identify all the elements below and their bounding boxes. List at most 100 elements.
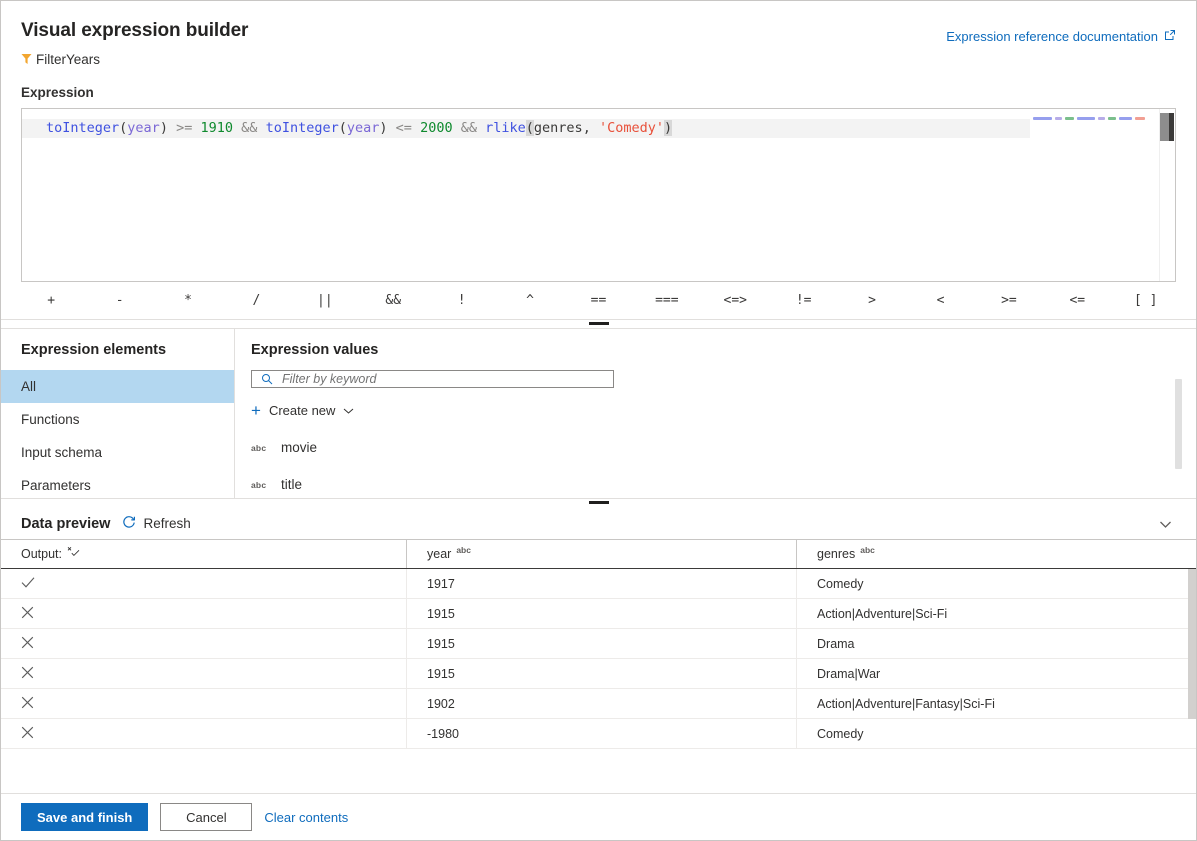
cell-genres: Drama [797, 629, 1196, 658]
expression-code-area[interactable]: toInteger(year) >= 1910 && toInteger(yea… [22, 109, 1151, 281]
cancel-button[interactable]: Cancel [160, 803, 252, 831]
expression-browser: Expression elements AllFunctionsInput sc… [1, 329, 1196, 499]
expression-value-label: title [281, 477, 302, 492]
expression-element-input-schema[interactable]: Input schema [1, 436, 234, 469]
code-token: >= [176, 120, 192, 136]
cell-year: 1915 [407, 659, 797, 688]
operator-button-12[interactable]: > [838, 288, 906, 313]
create-new-button[interactable]: + Create new [251, 402, 354, 419]
column-header-output[interactable]: Output: [1, 540, 407, 568]
operator-button-9[interactable]: === [633, 288, 701, 313]
expression-elements-pane: Expression elements AllFunctionsInput sc… [1, 329, 235, 498]
table-row[interactable]: 1915Drama [1, 629, 1196, 659]
editor-scroll-thumb[interactable] [1160, 113, 1174, 141]
operator-button-6[interactable]: ! [427, 288, 495, 313]
plus-icon: + [251, 402, 261, 419]
values-scrollbar[interactable] [1175, 379, 1182, 469]
filter-funnel-icon [21, 53, 32, 65]
operator-button-7[interactable]: ^ [496, 288, 564, 313]
code-token: genres [534, 120, 583, 136]
splitter-expression-elements[interactable] [1, 320, 1196, 329]
cell-year: 1915 [407, 629, 797, 658]
expression-element-parameters[interactable]: Parameters [1, 469, 234, 502]
expression-element-all[interactable]: All [1, 370, 234, 403]
grid-vertical-scrollbar[interactable] [1188, 569, 1196, 719]
expression-values-title: Expression values [251, 329, 1196, 370]
grid-body: 1917Comedy1915Action|Adventure|Sci-Fi191… [1, 569, 1196, 793]
doc-link-label: Expression reference documentation [946, 29, 1158, 44]
operator-button-0[interactable]: + [17, 288, 85, 313]
save-and-finish-button[interactable]: Save and finish [21, 803, 148, 831]
operator-button-8[interactable]: == [564, 288, 632, 313]
search-input[interactable] [280, 371, 613, 387]
data-preview-grid: Output: year abc genres abc 1917Comedy19… [1, 539, 1196, 793]
clear-contents-link[interactable]: Clear contents [264, 810, 348, 825]
footer-actions: Save and finish Cancel Clear contents [1, 793, 1196, 840]
expression-code-line[interactable]: toInteger(year) >= 1910 && toInteger(yea… [22, 119, 1151, 138]
column-header-year[interactable]: year abc [407, 540, 797, 568]
operator-button-1[interactable]: - [85, 288, 153, 313]
collapse-data-preview-button[interactable] [1153, 514, 1178, 536]
expression-reference-documentation-link[interactable]: Expression reference documentation [946, 29, 1176, 44]
table-row[interactable]: 1902Action|Adventure|Fantasy|Sci-Fi [1, 689, 1196, 719]
code-token: year [127, 120, 160, 136]
code-token: 2000 [420, 120, 453, 136]
code-token [477, 120, 485, 136]
splitter-grip-2[interactable] [588, 500, 610, 505]
code-token [453, 120, 461, 136]
filter-search-box[interactable] [251, 370, 614, 388]
code-token: ( [526, 120, 534, 136]
table-row[interactable]: -1980Comedy [1, 719, 1196, 749]
search-icon [261, 373, 273, 385]
expression-value-item[interactable]: abcmovie [251, 429, 1196, 466]
editor-vertical-scrollbar[interactable] [1159, 109, 1175, 281]
refresh-button[interactable]: Refresh [122, 515, 190, 532]
code-token: 1910 [201, 120, 234, 136]
operator-button-3[interactable]: / [222, 288, 290, 313]
column-type-abc-year: abc [456, 545, 471, 555]
column-type-abc-genres: abc [860, 545, 875, 555]
cell-genres: Comedy [797, 719, 1196, 748]
table-row[interactable]: 1917Comedy [1, 569, 1196, 599]
cell-year: 1915 [407, 599, 797, 628]
operator-toolbar: +-*/||&&!^=====<=>!=><>=<=[ ] [1, 282, 1196, 320]
row-status-cross-icon [1, 719, 407, 748]
code-token: && [241, 120, 257, 136]
operator-button-5[interactable]: && [359, 288, 427, 313]
row-status-cross-icon [1, 689, 407, 718]
code-token: && [461, 120, 477, 136]
column-header-year-label: year [427, 547, 451, 561]
expression-element-functions[interactable]: Functions [1, 403, 234, 436]
table-row[interactable]: 1915Action|Adventure|Sci-Fi [1, 599, 1196, 629]
code-token: 'Comedy' [599, 120, 664, 136]
operator-button-4[interactable]: || [291, 288, 359, 313]
operator-button-2[interactable]: * [154, 288, 222, 313]
code-token [192, 120, 200, 136]
code-token [168, 120, 176, 136]
create-new-label: Create new [269, 403, 335, 418]
column-header-genres[interactable]: genres abc [797, 540, 1196, 568]
table-row[interactable]: 1915Drama|War [1, 659, 1196, 689]
operator-button-16[interactable]: [ ] [1112, 288, 1180, 313]
code-token [257, 120, 265, 136]
operator-button-15[interactable]: <= [1043, 288, 1111, 313]
splitter-grip[interactable] [588, 321, 610, 326]
expression-value-item[interactable]: abc title [251, 466, 1196, 498]
cell-genres: Action|Adventure|Fantasy|Sci-Fi [797, 689, 1196, 718]
expression-elements-list: AllFunctionsInput schemaParameters [1, 370, 234, 502]
operator-button-11[interactable]: != [769, 288, 837, 313]
row-status-check-icon [1, 569, 407, 598]
refresh-label: Refresh [143, 516, 190, 531]
refresh-icon [122, 515, 136, 532]
output-filter-icon [67, 546, 80, 562]
code-token: ) [664, 120, 672, 136]
operator-button-10[interactable]: <=> [701, 288, 769, 313]
chevron-down-icon[interactable] [343, 403, 354, 418]
operator-button-13[interactable]: < [906, 288, 974, 313]
grid-header-row: Output: year abc genres abc [1, 540, 1196, 569]
expression-editor[interactable]: toInteger(year) >= 1910 && toInteger(yea… [21, 108, 1176, 282]
splitter-data-preview[interactable] [1, 499, 1196, 508]
value-type-abc-icon: abc [251, 480, 267, 490]
operator-button-14[interactable]: >= [975, 288, 1043, 313]
column-header-genres-label: genres [817, 547, 855, 561]
